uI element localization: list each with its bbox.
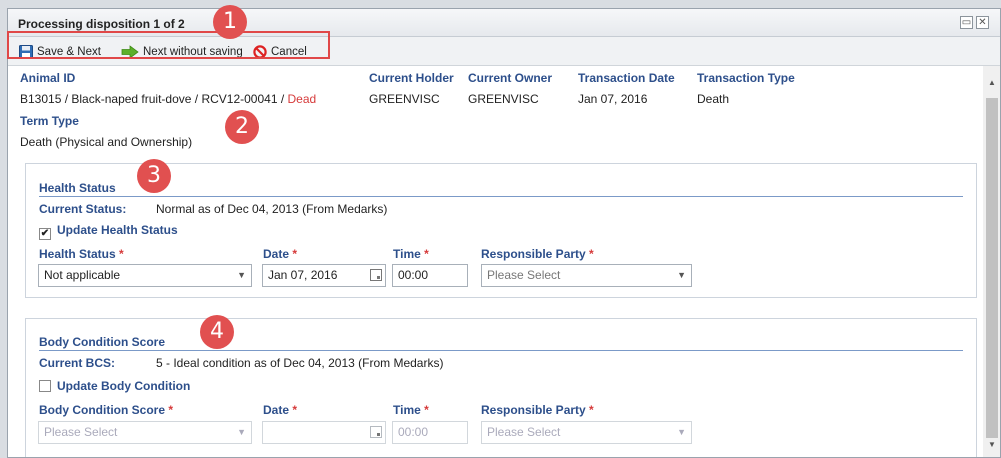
animal-id-label: Animal ID	[20, 71, 76, 85]
transaction-date-label: Transaction Date	[578, 71, 675, 85]
term-type-label: Term Type	[20, 114, 79, 128]
health-current-status-value: Normal as of Dec 04, 2013 (From Medarks)	[156, 202, 388, 216]
annotation-badge-1: 1	[213, 5, 247, 39]
animal-status-dead: Dead	[287, 92, 317, 106]
health-party-label: Responsible Party *	[481, 247, 594, 261]
chevron-down-icon: ▼	[677, 270, 686, 280]
bcs-score-select[interactable]: Please Select ▼	[38, 421, 252, 444]
update-body-condition-checkbox[interactable]: Update Body Condition	[39, 379, 190, 393]
current-bcs-label: Current BCS:	[39, 356, 116, 370]
health-time-value: 00:00	[398, 268, 429, 282]
update-body-condition-label: Update Body Condition	[57, 379, 191, 393]
health-current-status-label: Current Status:	[39, 202, 127, 216]
current-owner-value: GREENVISC	[468, 92, 539, 106]
animal-id-text: B13015 / Black-naped fruit-dove / RCV12-…	[20, 92, 288, 106]
health-section-title: Health Status	[39, 181, 116, 195]
bcs-section-title: Body Condition Score	[39, 335, 165, 349]
health-party-placeholder: Please Select	[487, 268, 561, 282]
current-owner-label: Current Owner	[468, 71, 553, 85]
current-holder-value: GREENVISC	[369, 92, 440, 106]
health-status-label: Health Status *	[39, 247, 124, 261]
vertical-scrollbar[interactable]: ▲ ▼	[983, 66, 1000, 457]
bcs-date-label: Date *	[263, 403, 298, 417]
scroll-up-icon[interactable]: ▲	[988, 78, 996, 87]
body-condition-section: Body Condition Score Current BCS: 5 - Id…	[25, 318, 977, 457]
chevron-down-icon: ▼	[677, 427, 686, 437]
chevron-down-icon: ▼	[237, 270, 246, 280]
bcs-party-label: Responsible Party *	[481, 403, 594, 417]
health-time-input[interactable]: 00:00	[392, 264, 468, 287]
required-mark: *	[119, 247, 124, 261]
health-time-label: Time *	[393, 247, 429, 261]
bcs-responsible-party-select[interactable]: Please Select ▼	[481, 421, 692, 444]
chevron-down-icon: ▼	[237, 427, 246, 437]
toolbar-highlight-box	[7, 31, 330, 59]
transaction-type-value: Death	[697, 92, 730, 106]
background-strip	[0, 0, 1001, 8]
current-holder-label: Current Holder	[369, 71, 454, 85]
bcs-party-placeholder: Please Select	[487, 425, 561, 439]
update-health-status-label: Update Health Status	[57, 223, 178, 237]
calendar-icon[interactable]	[370, 426, 382, 438]
health-status-select[interactable]: Not applicable ▼	[38, 264, 252, 287]
scroll-down-icon[interactable]: ▼	[988, 440, 996, 449]
calendar-icon[interactable]	[370, 269, 382, 281]
annotation-badge-3: 3	[137, 159, 171, 193]
restore-window-icon[interactable]: ▭	[960, 16, 973, 29]
annotation-badge-2: 2	[225, 110, 259, 144]
current-bcs-value: 5 - Ideal condition as of Dec 04, 2013 (…	[156, 356, 444, 370]
checkbox-unchecked-icon	[39, 380, 51, 392]
transaction-date-value: Jan 07, 2016	[578, 92, 648, 106]
transaction-type-label: Transaction Type	[697, 71, 795, 85]
bcs-time-value: 00:00	[398, 425, 429, 439]
checkbox-checked-icon: ✔	[39, 228, 51, 240]
health-date-label: Date *	[263, 247, 298, 261]
health-responsible-party-select[interactable]: Please Select ▼	[481, 264, 692, 287]
update-health-status-checkbox[interactable]: ✔ Update Health Status	[39, 223, 178, 240]
dialog-title: Processing disposition 1 of 2	[18, 17, 185, 31]
bcs-date-input[interactable]	[262, 421, 386, 444]
health-date-value: Jan 07, 2016	[268, 268, 338, 282]
annotation-badge-4: 4	[200, 315, 234, 349]
health-date-input[interactable]: Jan 07, 2016	[262, 264, 386, 287]
disposition-dialog: Processing disposition 1 of 2 ▭ ✕ Save &…	[7, 8, 1001, 458]
bcs-time-label: Time *	[393, 403, 429, 417]
bcs-time-input[interactable]: 00:00	[392, 421, 468, 444]
term-type-value: Death (Physical and Ownership)	[20, 135, 193, 149]
background-strip-left	[0, 0, 7, 458]
close-window-icon[interactable]: ✕	[976, 16, 989, 29]
animal-id-value: B13015 / Black-naped fruit-dove / RCV12-…	[20, 92, 316, 106]
bcs-score-label: Body Condition Score *	[39, 403, 174, 417]
bcs-score-placeholder: Please Select	[44, 425, 118, 439]
bcs-section-divider	[39, 350, 963, 351]
scrollbar-thumb[interactable]	[986, 98, 998, 438]
health-status-value: Not applicable	[44, 268, 121, 282]
health-section-divider	[39, 196, 963, 197]
